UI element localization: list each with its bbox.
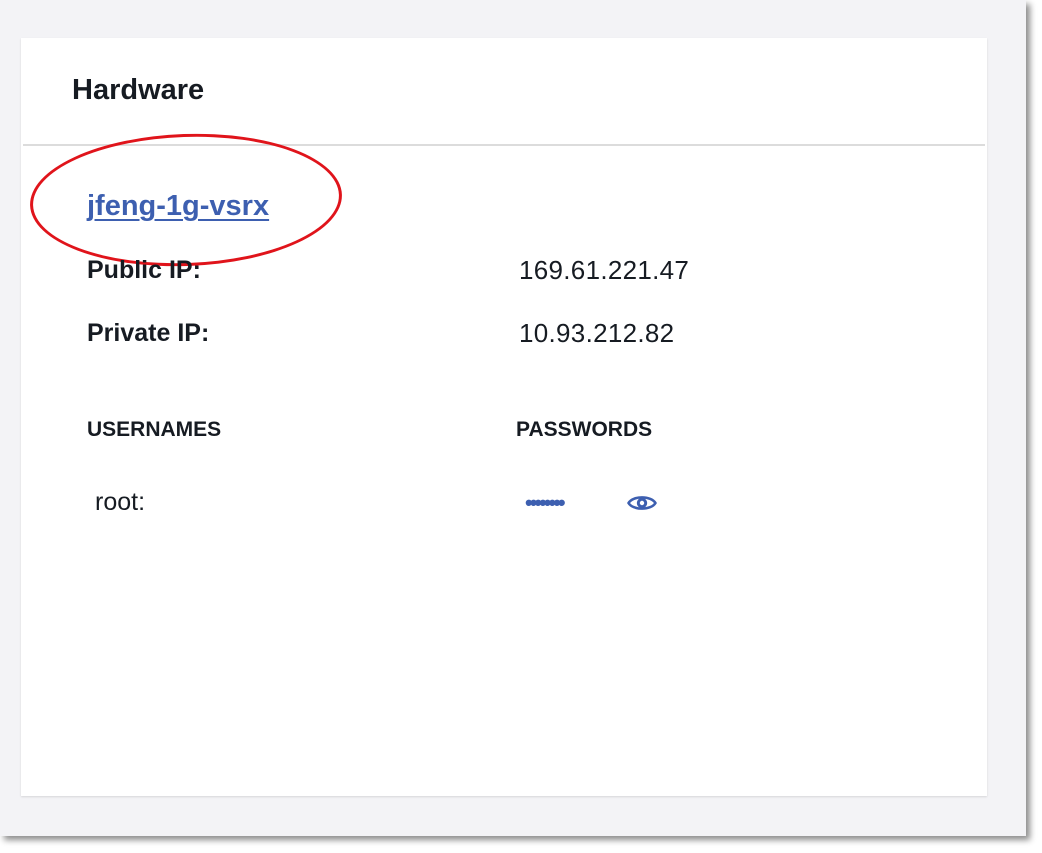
host-name-link[interactable]: jfeng-1g-vsrx: [87, 188, 269, 224]
passwords-header: PASSWORDS: [516, 418, 653, 441]
card-title: Hardware: [72, 74, 205, 106]
hardware-card: Hardware jfeng-1g-vsrx Public IP: 169.61…: [21, 38, 987, 796]
card-divider: [23, 144, 985, 146]
username-root: root:: [95, 488, 146, 516]
private-ip-value: 10.93.212.82: [519, 318, 675, 348]
private-ip-label: Private IP:: [87, 319, 210, 347]
usernames-header: USERNAMES: [87, 418, 222, 441]
masked-password: ••••••••: [525, 490, 566, 515]
public-ip-label: Public IP:: [87, 256, 201, 284]
window-frame: Hardware jfeng-1g-vsrx Public IP: 169.61…: [0, 0, 1026, 836]
public-ip-value: 169.61.221.47: [519, 255, 690, 285]
eye-icon[interactable]: [627, 492, 657, 514]
